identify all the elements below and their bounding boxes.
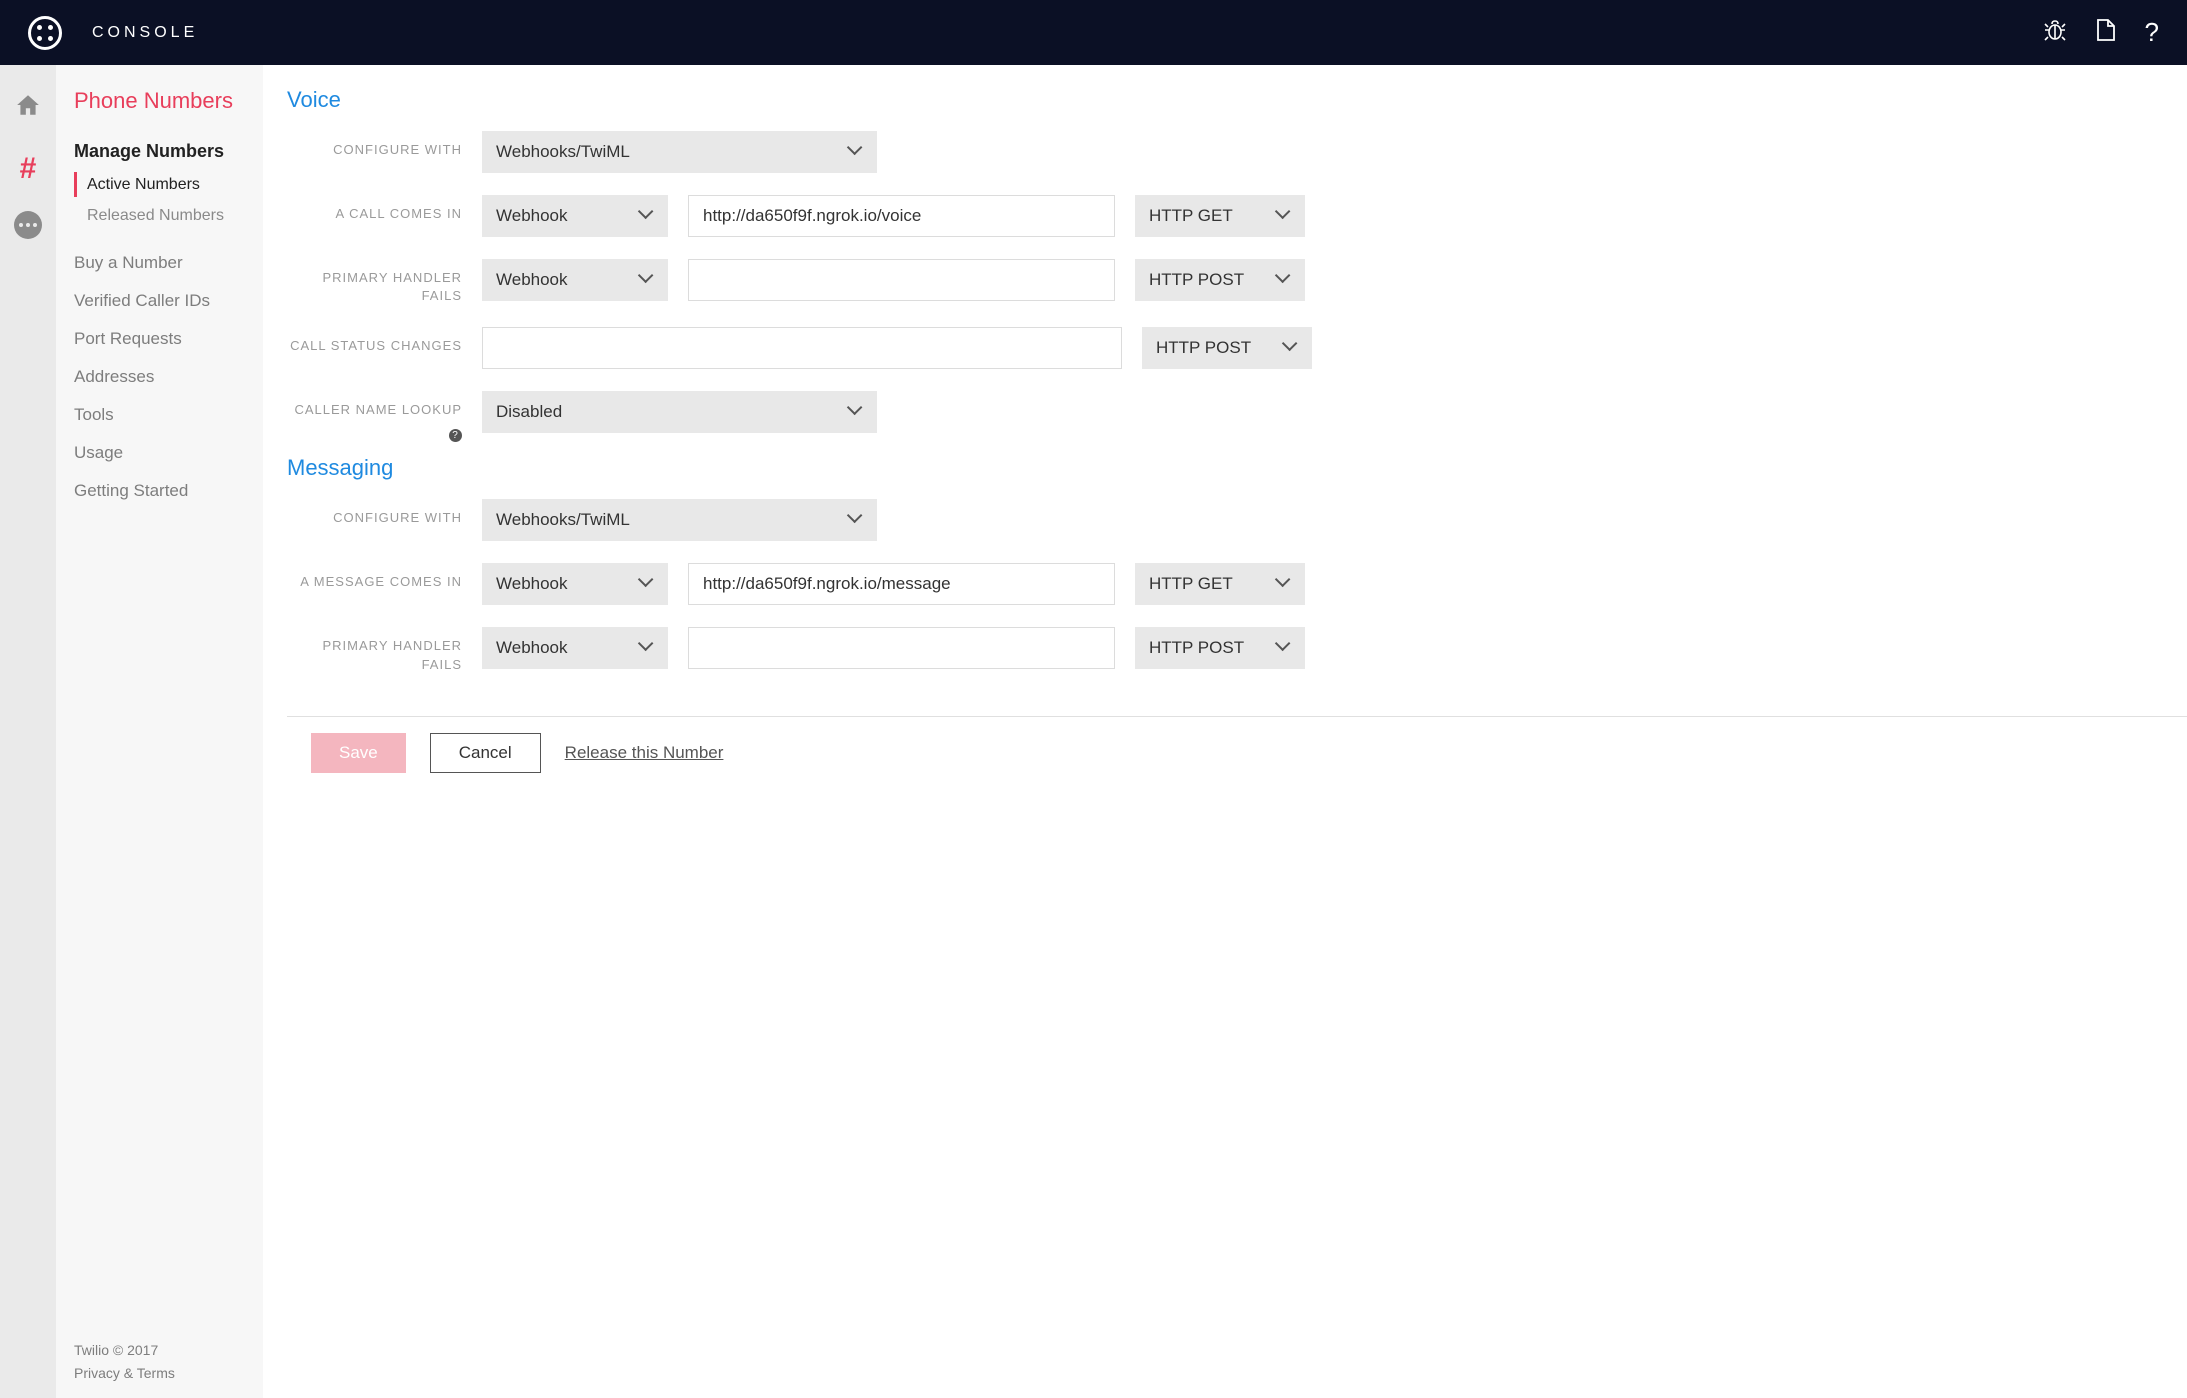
select-value: Webhook (496, 638, 568, 658)
select-msg-configure-with[interactable]: Webhooks/TwiML (482, 499, 877, 541)
select-value: HTTP POST (1149, 270, 1244, 290)
label-voice-primary-fail: PRIMARY HANDLER FAILS (287, 259, 462, 305)
question-icon[interactable]: ? (449, 429, 462, 442)
chevron-down-icon (1282, 340, 1298, 356)
label-voice-configure-with: CONFIGURE WITH (287, 131, 462, 159)
chevron-down-icon (1275, 640, 1291, 656)
voice-heading: Voice (287, 87, 2163, 113)
document-icon[interactable] (2095, 18, 2117, 47)
sidebar-item-released-numbers[interactable]: Released Numbers (74, 203, 245, 229)
select-value: HTTP POST (1149, 638, 1244, 658)
sidebar-section-manage[interactable]: Manage Numbers (74, 141, 245, 162)
help-icon[interactable]: ? (2145, 17, 2159, 48)
sidebar-item-addresses[interactable]: Addresses (74, 367, 245, 387)
footer-copyright: Twilio © 2017 (74, 1339, 245, 1361)
label-msg-configure-with: CONFIGURE WITH (287, 499, 462, 527)
chevron-down-icon (638, 272, 654, 288)
sidebar-item-tools[interactable]: Tools (74, 405, 245, 425)
sidebar-item-getting-started[interactable]: Getting Started (74, 481, 245, 501)
select-value: HTTP GET (1149, 574, 1233, 594)
topbar: CONSOLE ? (0, 0, 2187, 65)
input-msg-url[interactable] (688, 563, 1115, 605)
select-msg-method[interactable]: HTTP GET (1135, 563, 1305, 605)
chevron-down-icon (847, 512, 863, 528)
sidebar: Phone Numbers Manage Numbers Active Numb… (56, 65, 263, 1398)
hash-icon[interactable]: # (0, 147, 56, 191)
sidebar-title[interactable]: Phone Numbers (74, 87, 245, 115)
select-voice-configure-with[interactable]: Webhooks/TwiML (482, 131, 877, 173)
sidebar-footer: Twilio © 2017 Privacy & Terms (74, 1339, 245, 1384)
select-voice-primary-fail-type[interactable]: Webhook (482, 259, 668, 301)
home-icon[interactable] (0, 83, 56, 127)
input-voice-call-url[interactable] (688, 195, 1115, 237)
chevron-down-icon (1275, 576, 1291, 592)
chevron-down-icon (1275, 208, 1291, 224)
input-voice-status-url[interactable] (482, 327, 1122, 369)
label-msg-comes-in: A MESSAGE COMES IN (287, 563, 462, 591)
release-number-link[interactable]: Release this Number (565, 743, 724, 763)
select-voice-call-type[interactable]: Webhook (482, 195, 668, 237)
select-value: HTTP POST (1156, 338, 1251, 358)
select-voice-call-method[interactable]: HTTP GET (1135, 195, 1305, 237)
chevron-down-icon (847, 144, 863, 160)
chevron-down-icon (847, 404, 863, 420)
messaging-heading: Messaging (287, 455, 2163, 481)
sidebar-item-verified[interactable]: Verified Caller IDs (74, 291, 245, 311)
footer-privacy[interactable]: Privacy & Terms (74, 1362, 245, 1384)
input-voice-primary-fail-url[interactable] (688, 259, 1115, 301)
label-voice-caller-lookup: CALLER NAME LOOKUP ? (287, 391, 462, 419)
chevron-down-icon (638, 576, 654, 592)
chevron-down-icon (638, 208, 654, 224)
select-voice-primary-fail-method[interactable]: HTTP POST (1135, 259, 1305, 301)
save-button[interactable]: Save (311, 733, 406, 773)
content: Voice CONFIGURE WITH Webhooks/TwiML A CA… (263, 65, 2187, 1398)
chevron-down-icon (1275, 272, 1291, 288)
sidebar-item-active-numbers[interactable]: Active Numbers (74, 172, 245, 198)
select-voice-status-method[interactable]: HTTP POST (1142, 327, 1312, 369)
chevron-down-icon (638, 640, 654, 656)
select-value: Webhook (496, 206, 568, 226)
action-bar: Save Cancel Release this Number (287, 716, 2187, 791)
twilio-logo-icon[interactable] (28, 16, 62, 50)
sidebar-item-port[interactable]: Port Requests (74, 329, 245, 349)
label-msg-primary-fail: PRIMARY HANDLER FAILS (287, 627, 462, 673)
debug-icon[interactable] (2043, 18, 2067, 47)
label-voice-status-changes: CALL STATUS CHANGES (287, 327, 462, 355)
sidebar-item-usage[interactable]: Usage (74, 443, 245, 463)
select-value: Disabled (496, 402, 562, 422)
select-value: Webhooks/TwiML (496, 142, 630, 162)
cancel-button[interactable]: Cancel (430, 733, 541, 773)
app-title[interactable]: CONSOLE (92, 24, 198, 42)
select-voice-caller-lookup[interactable]: Disabled (482, 391, 877, 433)
sidebar-item-buy[interactable]: Buy a Number (74, 253, 245, 273)
label-voice-call-comes-in: A CALL COMES IN (287, 195, 462, 223)
input-msg-primary-fail-url[interactable] (688, 627, 1115, 669)
select-value: Webhook (496, 270, 568, 290)
select-msg-primary-fail-type[interactable]: Webhook (482, 627, 668, 669)
select-value: Webhook (496, 574, 568, 594)
select-value: HTTP GET (1149, 206, 1233, 226)
select-value: Webhooks/TwiML (496, 510, 630, 530)
select-msg-primary-fail-method[interactable]: HTTP POST (1135, 627, 1305, 669)
select-msg-type[interactable]: Webhook (482, 563, 668, 605)
more-icon[interactable] (14, 211, 42, 239)
nav-rail: # (0, 65, 56, 1398)
